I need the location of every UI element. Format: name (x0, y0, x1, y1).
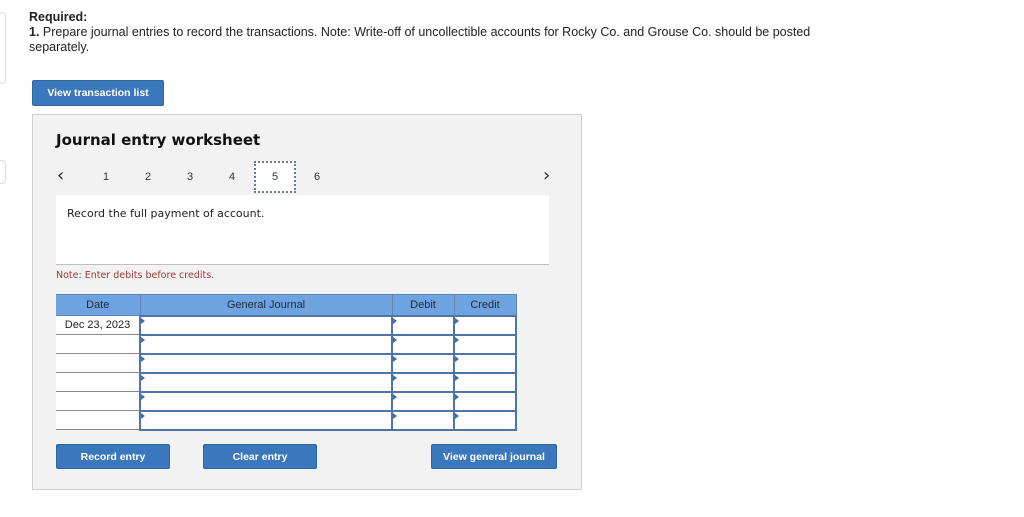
clear-entry-button[interactable]: Clear entry (203, 444, 317, 469)
journal-entry-worksheet: Journal entry worksheet ‹ 1 2 3 4 5 6 › … (32, 114, 582, 490)
table-row (56, 390, 517, 412)
tab-entry-3[interactable]: 3 (169, 161, 211, 193)
tab-entry-2[interactable]: 2 (127, 161, 169, 193)
tab-entry-5-active[interactable]: 5 (254, 161, 296, 193)
debit-input[interactable] (393, 354, 453, 372)
left-edge-panel-fragment (0, 160, 6, 184)
credit-column-header: Credit (453, 294, 517, 316)
journal-entry-table: Date General Journal Debit Credit Dec 23… (56, 294, 517, 431)
record-entry-button[interactable]: Record entry (56, 444, 170, 469)
tab-entry-6[interactable]: 6 (296, 161, 338, 193)
worksheet-title: Journal entry worksheet (56, 131, 261, 149)
general-journal-column-header: General Journal (139, 294, 393, 316)
chevron-left-icon[interactable]: ‹ (57, 165, 64, 186)
debit-cell[interactable] (391, 333, 455, 355)
date-cell (56, 372, 140, 392)
table-row (56, 352, 517, 374)
entry-navigation: ‹ 1 2 3 4 5 6 › (33, 159, 581, 195)
credit-input[interactable] (455, 392, 515, 410)
item-number: 1. (29, 25, 40, 39)
debits-note: Note: Enter debits before credits. (56, 270, 215, 281)
table-header-row: Date General Journal Debit Credit (56, 294, 517, 316)
debit-input[interactable] (393, 335, 453, 353)
credit-input[interactable] (455, 316, 515, 334)
tab-entry-1[interactable]: 1 (85, 161, 127, 193)
instructions: Required: 1. Prepare journal entries to … (29, 10, 819, 55)
credit-input[interactable] (455, 373, 515, 391)
date-cell (56, 334, 140, 354)
credit-input[interactable] (455, 335, 515, 353)
date-cell: Dec 23, 2023 (56, 315, 140, 335)
entry-description-box: Record the full payment of account. (56, 195, 549, 265)
account-input[interactable] (141, 316, 391, 334)
account-input[interactable] (141, 392, 391, 410)
view-general-journal-button[interactable]: View general journal (431, 444, 557, 469)
credit-cell[interactable] (453, 314, 517, 336)
debit-cell[interactable] (391, 409, 455, 431)
account-cell[interactable] (139, 314, 393, 336)
view-transaction-list-button[interactable]: View transaction list (32, 80, 164, 106)
credit-cell[interactable] (453, 352, 517, 374)
left-edge-panel-fragment (0, 12, 6, 84)
account-cell[interactable] (139, 333, 393, 355)
tab-entry-4[interactable]: 4 (211, 161, 253, 193)
table-row (56, 333, 517, 355)
account-cell[interactable] (139, 371, 393, 393)
debit-cell[interactable] (391, 390, 455, 412)
debit-input[interactable] (393, 316, 453, 334)
credit-cell[interactable] (453, 409, 517, 431)
date-cell (56, 391, 140, 411)
instruction-text: Prepare journal entries to record the tr… (29, 25, 811, 54)
account-cell[interactable] (139, 390, 393, 412)
credit-cell[interactable] (453, 390, 517, 412)
chevron-right-icon[interactable]: › (543, 165, 550, 186)
debit-cell[interactable] (391, 371, 455, 393)
table-row (56, 371, 517, 393)
debit-cell[interactable] (391, 352, 455, 374)
debit-cell[interactable] (391, 314, 455, 336)
debit-column-header: Debit (391, 294, 455, 316)
date-cell (56, 410, 140, 430)
account-input[interactable] (141, 411, 391, 429)
required-heading: Required: (29, 10, 88, 24)
date-column-header: Date (56, 294, 141, 316)
account-cell[interactable] (139, 409, 393, 431)
credit-input[interactable] (455, 411, 515, 429)
credit-cell[interactable] (453, 371, 517, 393)
date-cell (56, 353, 140, 373)
debit-input[interactable] (393, 411, 453, 429)
account-cell[interactable] (139, 352, 393, 374)
account-input[interactable] (141, 354, 391, 372)
account-input[interactable] (141, 335, 391, 353)
credit-input[interactable] (455, 354, 515, 372)
credit-cell[interactable] (453, 333, 517, 355)
account-input[interactable] (141, 373, 391, 391)
entry-description: Record the full payment of account. (67, 207, 265, 220)
table-row (56, 409, 517, 431)
debit-input[interactable] (393, 392, 453, 410)
debit-input[interactable] (393, 373, 453, 391)
table-row: Dec 23, 2023 (56, 314, 517, 336)
